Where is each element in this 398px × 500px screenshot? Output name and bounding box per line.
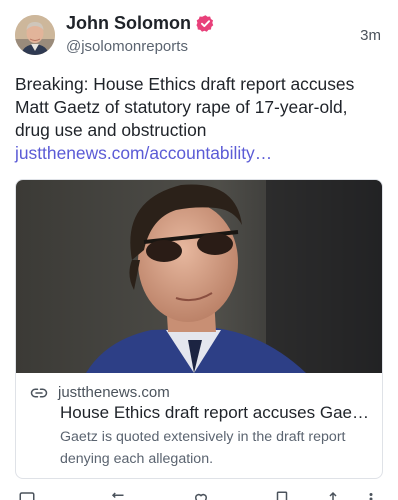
card-description: Gaetz is quoted extensively in the draft…	[60, 429, 346, 467]
card-image[interactable]	[16, 180, 382, 373]
author-name[interactable]: John Solomon	[66, 12, 191, 34]
link-icon	[30, 384, 48, 402]
verified-badge-icon	[196, 14, 215, 33]
share-icon[interactable]	[324, 490, 342, 500]
card-domain-row: justthenews.com	[30, 383, 170, 403]
post-text: Breaking: House Ethics draft report accu…	[15, 73, 387, 165]
like-icon[interactable]	[192, 490, 210, 500]
post-actions	[0, 490, 398, 500]
bookmark-icon[interactable]	[273, 490, 291, 500]
post-timestamp: 3m	[360, 27, 381, 44]
post-link[interactable]: justthenews.com/accountability…	[15, 143, 272, 163]
more-icon[interactable]	[362, 490, 380, 500]
card-domain: justthenews.com	[58, 384, 170, 401]
post-text-body: Breaking: House Ethics draft report accu…	[15, 74, 355, 140]
repost-icon[interactable]	[110, 490, 128, 500]
link-preview-card[interactable]: justthenews.com House Ethics draft repor…	[15, 179, 383, 479]
reply-icon[interactable]	[18, 490, 36, 500]
author-handle[interactable]: @jsolomonreports	[66, 37, 188, 57]
avatar[interactable]	[15, 15, 55, 55]
author-row: John Solomon	[66, 12, 215, 34]
post[interactable]: John Solomon @jsolomonreports 3m Breakin…	[0, 0, 398, 500]
card-title[interactable]: House Ethics draft report accuses Gaetz …	[60, 402, 372, 424]
